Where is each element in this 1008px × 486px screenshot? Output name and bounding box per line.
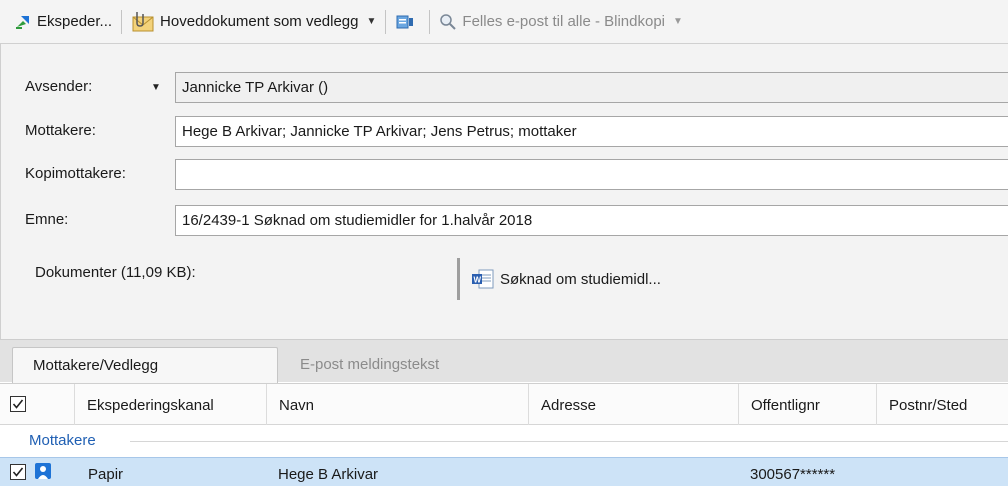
tab-bar: Mottakere/Vedlegg E-post meldingstekst [0, 339, 1008, 383]
magnifier-icon [439, 13, 457, 31]
word-document-icon: W [471, 269, 495, 289]
send-label: Ekspeder... [37, 13, 113, 30]
sender-label: Avsender: [25, 78, 93, 95]
group-label: Mottakere [29, 432, 96, 449]
cc-label: Kopimottakere: [25, 165, 126, 182]
recipients-label: Mottakere: [25, 122, 96, 139]
person-icon [35, 463, 51, 479]
email-form: Avsender: ▼ Jannicke TP Arkivar () Motta… [0, 44, 1008, 339]
group-row: Mottakere [0, 425, 1008, 457]
column-header-name[interactable]: Navn [266, 384, 528, 426]
sender-field[interactable]: Jannicke TP Arkivar () [175, 72, 1008, 103]
column-header-channel[interactable]: Ekspederingskanal [74, 384, 266, 426]
toolbar: Ekspeder... Hoveddokument som vedlegg ▼ [0, 0, 1008, 44]
documents-label: Dokumenter (11,09 KB): [35, 264, 196, 281]
column-header-address[interactable]: Adresse [528, 384, 738, 426]
attachment-envelope-icon [131, 11, 155, 33]
svg-text:W: W [474, 276, 482, 285]
checkmark-icon [12, 467, 24, 477]
row-checkbox[interactable] [10, 464, 26, 480]
subject-field[interactable]: 16/2439-1 Søknad om studiemidler for 1.h… [175, 205, 1008, 236]
documents-divider [457, 258, 460, 300]
row-name: Hege B Arkivar [278, 466, 379, 483]
tab-recipients-attachments[interactable]: Mottakere/Vedlegg [12, 347, 278, 383]
tab-email-message-text[interactable]: E-post meldingstekst [300, 347, 490, 383]
document-name: Søknad om studiemidl... [500, 270, 661, 288]
chevron-down-icon[interactable]: ▼ [673, 16, 683, 27]
row-channel: Papir [88, 466, 124, 483]
send-icon [14, 13, 32, 31]
address-book-icon [395, 13, 415, 31]
column-header-postal[interactable]: Postnr/Sted [876, 384, 1008, 426]
sender-dropdown-button[interactable]: ▼ [143, 72, 169, 103]
group-divider [130, 441, 1008, 442]
send-button[interactable]: Ekspeder... [10, 7, 116, 37]
chevron-down-icon[interactable]: ▼ [367, 16, 377, 27]
table-row[interactable]: Papir Hege B Arkivar 300567****** [0, 457, 1008, 486]
toolbar-separator [121, 9, 123, 34]
recipients-field[interactable]: Hege B Arkivar; Jannicke TP Arkivar; Jen… [175, 116, 1008, 147]
common-email-blind-copy-label: Felles e-post til alle - Blindkopi [462, 13, 665, 30]
address-book-button[interactable] [391, 7, 424, 37]
row-public-no: 300567****** [750, 466, 836, 483]
subject-label: Emne: [25, 211, 69, 228]
checkmark-icon [12, 399, 24, 409]
grid-header: Ekspederingskanal Navn Adresse Offentlig… [0, 383, 1008, 426]
select-all-checkbox[interactable] [10, 396, 26, 412]
column-header-public-no[interactable]: Offentlignr [738, 384, 876, 426]
common-email-blind-copy-button[interactable]: Felles e-post til alle - Blindkopi ▼ [435, 7, 687, 37]
toolbar-separator [385, 9, 387, 34]
document-link[interactable]: W Søknad om studiemidl... [471, 269, 661, 289]
cc-field[interactable] [175, 159, 1008, 190]
main-document-attachment-label: Hoveddokument som vedlegg [160, 13, 359, 30]
chevron-down-icon: ▼ [151, 82, 161, 93]
toolbar-separator [429, 9, 431, 34]
main-document-attachment-button[interactable]: Hoveddokument som vedlegg ▼ [127, 7, 380, 37]
